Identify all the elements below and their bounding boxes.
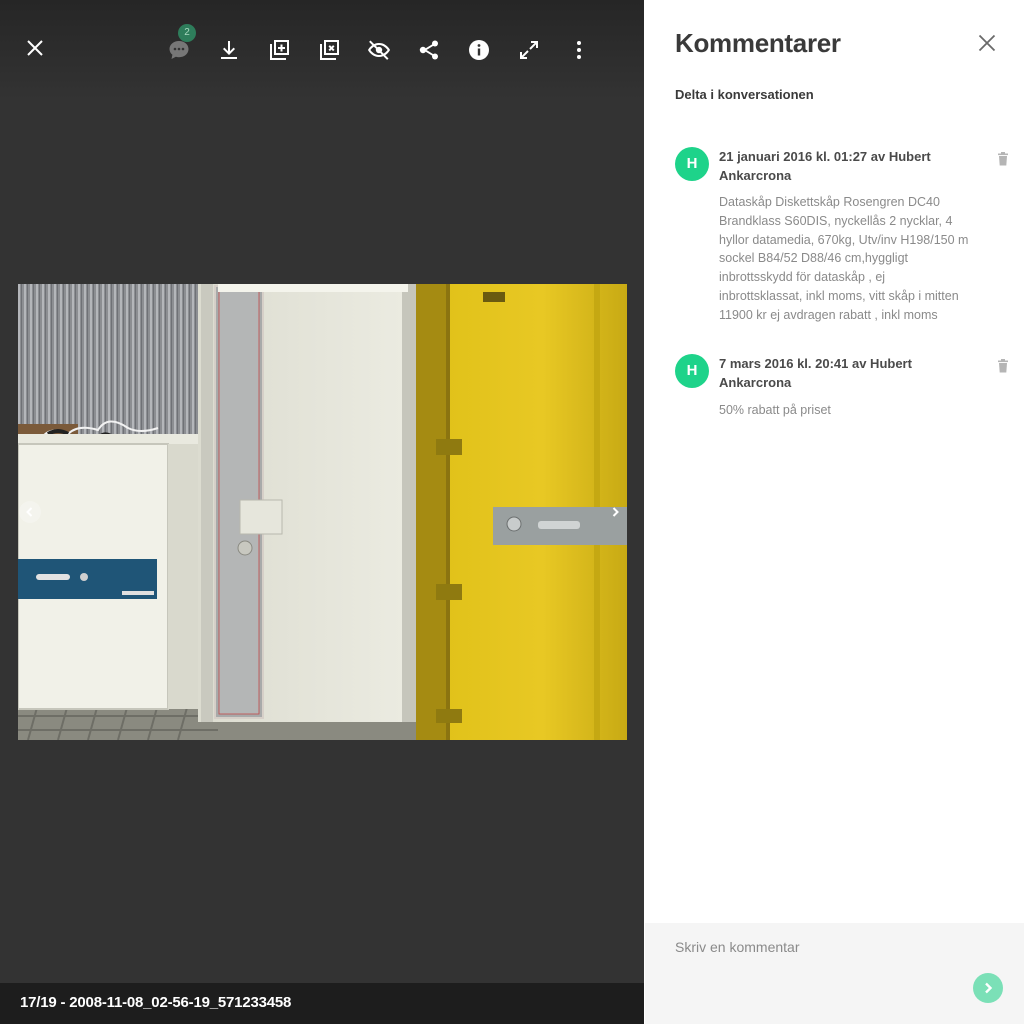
previous-photo-button[interactable] — [19, 501, 41, 523]
add-to-album-button[interactable] — [259, 30, 299, 70]
safes-photo — [18, 284, 627, 740]
close-panel-button[interactable] — [975, 31, 999, 55]
more-vert-icon — [577, 41, 581, 59]
add-to-album-icon — [270, 40, 289, 60]
share-icon — [419, 40, 438, 60]
chevron-left-icon — [26, 507, 33, 517]
share-button[interactable] — [409, 30, 449, 70]
trash-icon — [998, 359, 1008, 373]
avatar: H — [675, 147, 709, 181]
viewer-toolbar: 2 — [0, 0, 644, 100]
next-photo-button[interactable] — [604, 501, 626, 523]
panel-title: Kommentarer — [675, 28, 841, 58]
hide-photo-button[interactable] — [359, 30, 399, 70]
comments-count-badge: 2 — [178, 24, 196, 42]
chevron-right-icon — [612, 507, 619, 517]
trash-icon — [998, 152, 1008, 166]
comment-meta: 7 mars 2016 kl. 20:41 av Hubert Ankarcro… — [719, 356, 912, 390]
avatar: H — [675, 354, 709, 388]
fullscreen-icon — [520, 41, 538, 59]
delete-comment-button[interactable] — [996, 359, 1010, 373]
photo-image — [18, 284, 627, 740]
photo-caption: 17/19 - 2008-11-08_02-56-19_571233458 — [20, 994, 292, 1011]
download-icon — [221, 41, 237, 59]
send-comment-button[interactable] — [973, 973, 1003, 1003]
comment-body: 50% rabatt på priset — [719, 403, 831, 417]
comment-body: Dataskåp Diskettskåp Rosengren DC40 Bran… — [719, 195, 969, 322]
comment-input[interactable] — [675, 939, 975, 969]
photo-viewer: 2 17/19 - 2008-11-08_02-56-19_571233458 — [0, 0, 644, 1024]
delete-comment-button[interactable] — [996, 152, 1010, 166]
comments-panel: Kommentarer Delta i konversationen H 21 … — [644, 0, 1024, 1024]
close-icon — [978, 34, 996, 52]
remove-from-album-icon — [320, 40, 339, 60]
info-button[interactable] — [459, 30, 499, 70]
hide-icon — [368, 40, 390, 60]
comment-meta: 21 januari 2016 kl. 01:27 av Hubert Anka… — [719, 149, 931, 183]
download-button[interactable] — [209, 30, 249, 70]
info-icon — [469, 40, 489, 60]
comments-button[interactable]: 2 — [159, 24, 199, 70]
comment-composer — [645, 923, 1024, 1024]
fullscreen-button[interactable] — [509, 30, 549, 70]
panel-subtitle: Delta i konversationen — [675, 87, 814, 102]
chevron-right-icon — [985, 982, 993, 994]
close-viewer-button[interactable] — [15, 28, 55, 68]
viewer-footer: 17/19 - 2008-11-08_02-56-19_571233458 — [0, 983, 644, 1024]
more-options-button[interactable] — [559, 30, 599, 70]
remove-from-album-button[interactable] — [309, 30, 349, 70]
close-icon — [27, 40, 43, 56]
